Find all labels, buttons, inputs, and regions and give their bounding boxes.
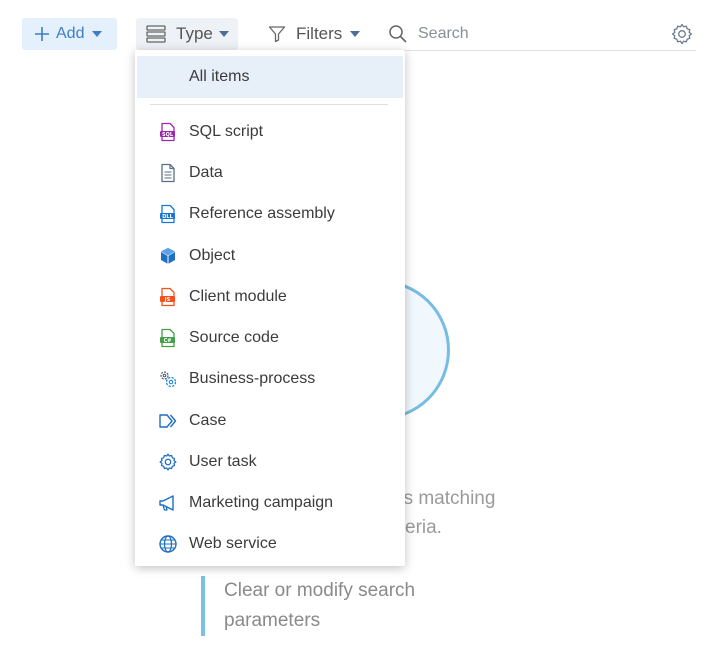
menu-item-business-process[interactable]: Business-process <box>135 359 405 399</box>
menu-item-marketing-campaign[interactable]: Marketing campaign <box>135 483 405 523</box>
sql-file-icon: SQL <box>157 121 179 143</box>
svg-text:JS: JS <box>164 297 171 303</box>
menu-item-label: Marketing campaign <box>189 494 334 511</box>
menu-item-label: Source code <box>189 329 279 346</box>
megaphone-icon <box>157 492 179 514</box>
menu-item-label: Data <box>189 164 223 181</box>
menu-item-data[interactable]: Data <box>135 153 405 193</box>
menu-item-label: Business-process <box>189 370 316 387</box>
add-button[interactable]: Add <box>22 18 117 50</box>
chevron-down-icon <box>218 31 229 37</box>
data-file-icon <box>157 162 179 184</box>
menu-item-label: SQL script <box>189 123 264 140</box>
menu-item-label: Web service <box>189 535 277 552</box>
plus-icon <box>35 27 49 41</box>
menu-item-label: User task <box>189 453 257 470</box>
menu-item-all-items[interactable]: All items <box>137 56 403 98</box>
list-icon <box>146 25 166 43</box>
cube-icon <box>157 245 179 267</box>
search-box <box>388 18 696 51</box>
menu-item-label: Client module <box>189 288 287 305</box>
funnel-icon <box>268 26 286 43</box>
menu-item-reference-assembly[interactable]: DLL Reference assembly <box>135 194 405 234</box>
case-arrows-icon <box>157 410 179 432</box>
menu-item-label: All items <box>189 68 250 85</box>
menu-item-user-task[interactable]: User task <box>135 442 405 482</box>
menu-item-sql-script[interactable]: SQL SQL script <box>135 112 405 152</box>
csharp-file-icon: C# <box>157 327 179 349</box>
filters-button[interactable]: Filters <box>268 18 361 50</box>
type-button-label: Type <box>176 24 213 43</box>
svg-text:DLL: DLL <box>162 214 173 220</box>
js-file-icon: JS <box>157 286 179 308</box>
menu-item-label: Object <box>189 247 236 264</box>
add-button-label: Add <box>56 25 85 42</box>
filters-button-label: Filters <box>296 24 343 43</box>
svg-text:SQL: SQL <box>162 132 174 138</box>
menu-item-case[interactable]: Case <box>135 401 405 441</box>
menu-divider <box>150 104 388 105</box>
svg-text:C#: C# <box>164 338 172 344</box>
globe-icon <box>157 533 179 555</box>
search-icon <box>389 25 407 43</box>
settings-gear-icon[interactable] <box>670 22 694 46</box>
chevron-down-icon <box>350 31 361 37</box>
menu-item-object[interactable]: Object <box>135 236 405 276</box>
menu-item-label: Case <box>189 412 227 429</box>
menu-item-client-module[interactable]: JS Client module <box>135 277 405 317</box>
menu-item-label: Reference assembly <box>189 205 335 222</box>
menu-item-source-code[interactable]: C# Source code <box>135 318 405 358</box>
search-input[interactable] <box>416 24 660 44</box>
chevron-down-icon <box>92 31 103 37</box>
menu-item-web-service[interactable]: Web service <box>135 524 405 564</box>
type-dropdown-menu: All items SQL SQL script Data DLL Refere… <box>135 50 405 566</box>
empty-state-hint: Clear or modify search parameters <box>201 576 481 636</box>
dll-file-icon: DLL <box>157 203 179 225</box>
type-button[interactable]: Type <box>136 18 238 50</box>
gear-icon <box>157 451 179 473</box>
process-gears-icon <box>157 368 179 390</box>
